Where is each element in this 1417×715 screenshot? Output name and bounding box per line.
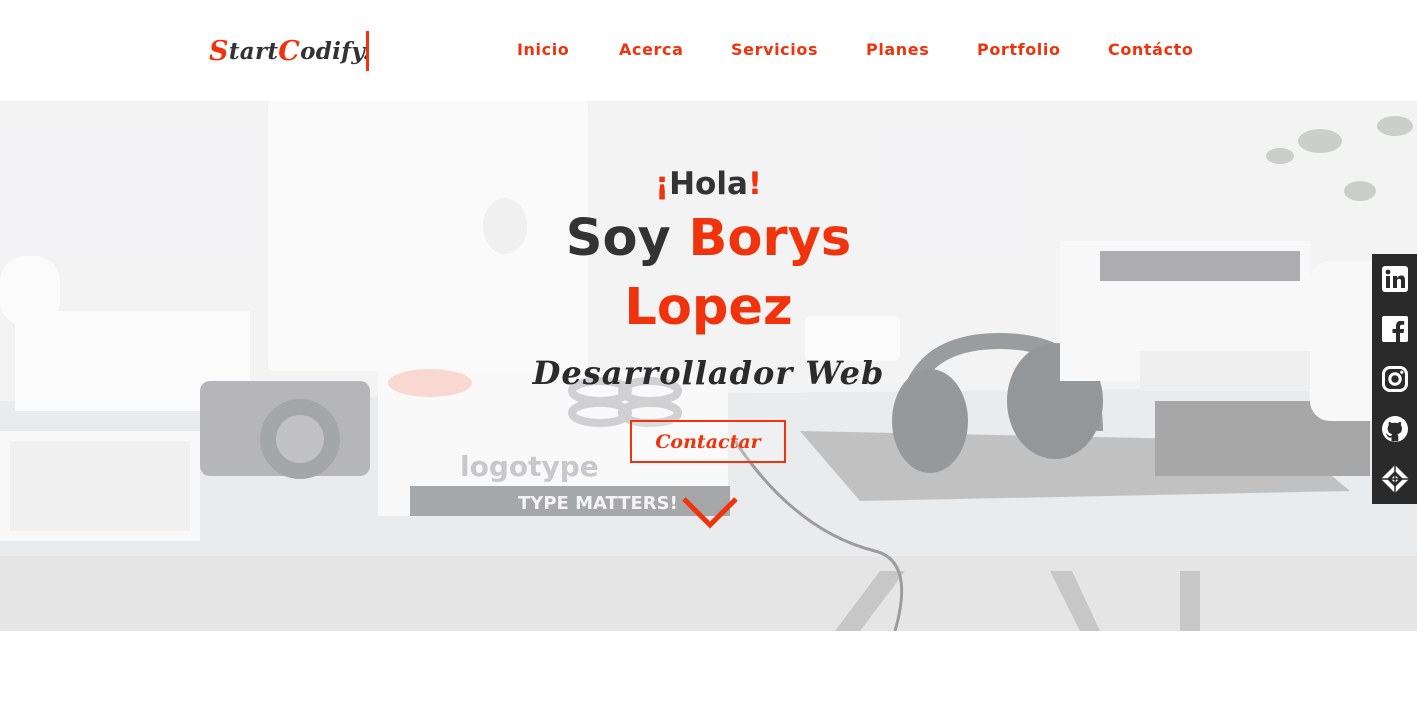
instagram-icon[interactable] (1372, 354, 1417, 404)
greeting-open-mark: ¡ (654, 166, 670, 202)
codepen-icon[interactable] (1372, 454, 1417, 504)
greeting-word: Hola (669, 166, 748, 202)
last-name: Lopez (624, 278, 793, 337)
first-name: Borys (688, 209, 852, 268)
site-header: Start Codify. Inicio Acerca Servicios Pla… (0, 0, 1417, 101)
hero-greeting: ¡Hola! (0, 166, 1417, 202)
hero-name-line-1: Soy Borys (0, 207, 1417, 271)
logo-text-odify: odify. (300, 37, 371, 65)
nav-item-contacto[interactable]: Contácto (1108, 39, 1194, 61)
logo-divider (366, 31, 369, 71)
hero-section: logotype TYPE MATTERS! ¡Hola! Soy Borys … (0, 101, 1417, 631)
nav-item-planes[interactable]: Planes (866, 39, 929, 61)
hero-role: Desarrollador Web (532, 354, 885, 392)
logo-initial-c: C (278, 35, 301, 67)
contact-button[interactable]: Contactar (630, 420, 786, 463)
nav-item-inicio[interactable]: Inicio (517, 39, 569, 61)
site-logo[interactable]: Start Codify. (209, 30, 371, 72)
logo-initial-s: S (209, 35, 229, 67)
linkedin-icon[interactable] (1372, 254, 1417, 304)
nav-item-servicios[interactable]: Servicios (731, 39, 818, 61)
nav-item-acerca[interactable]: Acerca (619, 39, 684, 61)
github-icon[interactable] (1372, 404, 1417, 454)
logo-text-tart: tart (228, 37, 279, 65)
nav-item-portfolio[interactable]: Portfolio (977, 39, 1061, 61)
chevron-down-icon[interactable] (681, 496, 739, 530)
facebook-icon[interactable] (1372, 304, 1417, 354)
name-prefix: Soy (565, 209, 671, 268)
greeting-close-mark: ! (747, 166, 763, 202)
social-sidebar (1372, 254, 1417, 504)
